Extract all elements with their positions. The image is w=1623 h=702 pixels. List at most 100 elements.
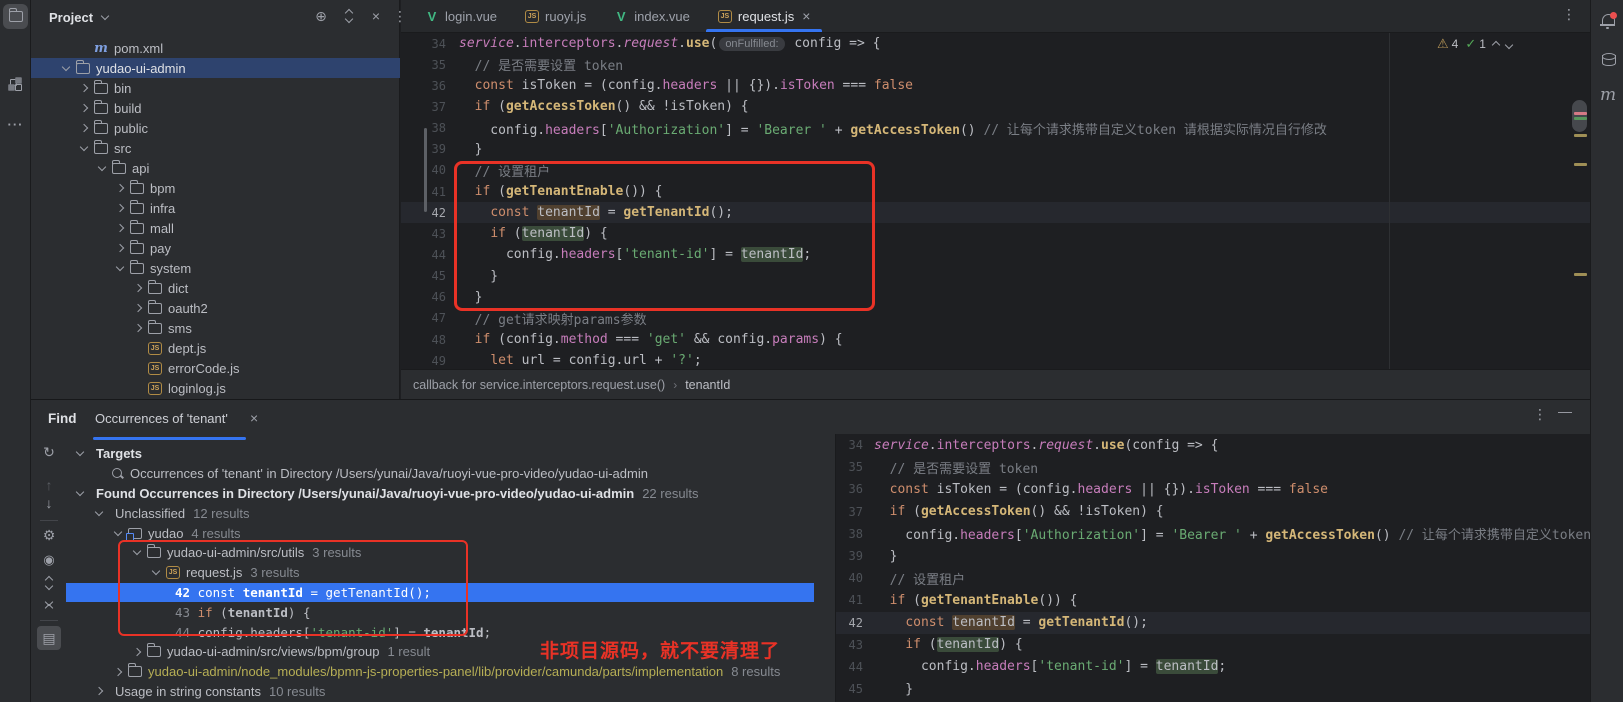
code-line[interactable]: 38 config.headers['Authorization'] = 'Be… xyxy=(401,118,1590,139)
chevron-down-icon[interactable] xyxy=(95,508,103,516)
editor-options-icon[interactable]: ⋮ xyxy=(1560,6,1578,23)
find-row[interactable]: yudao4 results xyxy=(66,523,814,543)
editor-code-area[interactable]: 34service.interceptors.request.use(onFul… xyxy=(401,33,1590,369)
code-line[interactable]: 37 if (getAccessToken() && !isToken) { xyxy=(401,96,1590,117)
close-icon[interactable]: × xyxy=(802,8,810,24)
chevron-down-icon[interactable] xyxy=(76,448,84,456)
tree-item[interactable]: JSloginlog.js xyxy=(31,378,400,398)
code-line[interactable]: 39 } xyxy=(836,545,1590,567)
code-line[interactable]: 34service.interceptors.request.use(onFul… xyxy=(401,33,1590,54)
code-line[interactable]: 35 // 是否需要设置 token xyxy=(836,456,1590,478)
maven-button[interactable]: m xyxy=(1597,84,1619,106)
code-line[interactable]: 39 } xyxy=(401,139,1590,160)
tab-login.vue[interactable]: Vlogin.vue xyxy=(411,0,511,32)
chevron-right-icon[interactable] xyxy=(80,84,88,92)
tree-item[interactable]: mpom.xml xyxy=(31,38,400,58)
settings-gear-icon[interactable]: ⚙ xyxy=(39,525,59,545)
notifications-button[interactable] xyxy=(1597,8,1619,30)
chevron-down-icon[interactable] xyxy=(62,62,70,70)
tree-item[interactable]: bpm xyxy=(31,178,400,198)
project-tool-button[interactable] xyxy=(3,4,28,29)
breadcrumb-item[interactable]: tenantId xyxy=(685,378,730,392)
tree-item[interactable]: build xyxy=(31,98,400,118)
chevron-down-icon[interactable] xyxy=(116,262,124,270)
find-row[interactable]: Targets xyxy=(66,444,814,464)
inspection-widget[interactable]: ⚠ 4 ✓ 1 xyxy=(1437,36,1512,52)
chevron-right-icon[interactable] xyxy=(80,124,88,132)
code-line[interactable]: 41 if (getTenantEnable()) { xyxy=(401,181,1590,202)
close-icon[interactable]: × xyxy=(250,410,258,426)
chevron-down-icon[interactable] xyxy=(98,162,106,170)
locate-file-icon[interactable]: ⊕ xyxy=(312,8,330,24)
code-line[interactable]: 44 config.headers['tenant-id'] = tenantI… xyxy=(836,656,1590,678)
find-options-icon[interactable]: ⋮ xyxy=(1531,406,1549,423)
tree-item[interactable]: JSdept.js xyxy=(31,338,400,358)
find-row[interactable]: Usage in string constants10 results xyxy=(66,682,814,702)
tree-item[interactable]: pay xyxy=(31,238,400,258)
prev-problem-icon[interactable] xyxy=(1493,37,1499,51)
chevron-right-icon[interactable] xyxy=(116,224,124,232)
chevron-right-icon[interactable] xyxy=(134,284,142,292)
find-row[interactable]: yudao-ui-admin/src/utils3 results xyxy=(66,543,814,563)
code-line[interactable]: 44 config.headers['tenant-id'] = tenantI… xyxy=(401,244,1590,265)
tree-item[interactable]: public xyxy=(31,118,400,138)
tree-item[interactable]: sms xyxy=(31,318,400,338)
code-line[interactable]: 34service.interceptors.request.use(confi… xyxy=(836,434,1590,456)
chevron-right-icon[interactable] xyxy=(116,244,124,252)
chevron-right-icon[interactable] xyxy=(114,667,122,675)
next-occurrence-icon[interactable]: ↓ xyxy=(39,493,59,513)
chevron-down-icon[interactable] xyxy=(80,142,88,150)
chevron-right-icon[interactable] xyxy=(133,648,141,656)
chevron-right-icon[interactable] xyxy=(134,324,142,332)
tree-item[interactable]: src xyxy=(31,138,400,158)
code-line[interactable]: 49 let url = config.url + '?'; xyxy=(401,350,1590,369)
chevron-down-icon[interactable] xyxy=(76,488,84,496)
tree-item[interactable]: dict xyxy=(31,278,400,298)
tab-index.vue[interactable]: Vindex.vue xyxy=(600,0,704,32)
code-line[interactable]: 46 } xyxy=(401,287,1590,308)
find-row[interactable]: JSrequest.js3 results xyxy=(66,563,814,583)
more-tool-windows-button[interactable]: ··· xyxy=(3,112,28,137)
find-row[interactable]: Unclassified12 results xyxy=(66,503,814,523)
find-results-tab[interactable]: Occurrences of 'tenant' xyxy=(95,411,228,426)
preview-eye-icon[interactable]: ◉ xyxy=(39,550,59,570)
code-line[interactable]: 40 // 设置租户 xyxy=(401,160,1590,181)
database-button[interactable] xyxy=(1597,48,1619,70)
code-line[interactable]: 38 config.headers['Authorization'] = 'Be… xyxy=(836,523,1590,545)
editor-scrollbar-thumb[interactable] xyxy=(1572,100,1587,132)
tab-request.js[interactable]: JSrequest.js× xyxy=(704,0,825,32)
chevron-right-icon[interactable] xyxy=(95,687,103,695)
chevron-right-icon[interactable] xyxy=(116,184,124,192)
tree-item[interactable]: mall xyxy=(31,218,400,238)
code-line[interactable]: 45 } xyxy=(401,266,1590,287)
expand-icon[interactable] xyxy=(340,9,358,26)
next-problem-icon[interactable] xyxy=(1506,37,1512,51)
tree-item[interactable]: JSerrorCode.js xyxy=(31,358,400,378)
code-line[interactable]: 43 if (tenantId) { xyxy=(836,634,1590,656)
breadcrumb-item[interactable]: callback for service.interceptors.reques… xyxy=(413,378,665,392)
chevron-down-icon[interactable] xyxy=(114,527,122,535)
find-row[interactable]: 42 const tenantId = getTenantId(); xyxy=(66,583,814,603)
code-line[interactable]: 37 if (getAccessToken() && !isToken) { xyxy=(836,501,1590,523)
tree-item[interactable]: infra xyxy=(31,198,400,218)
code-line[interactable]: 42 const tenantId = getTenantId(); xyxy=(401,202,1590,223)
code-line[interactable]: 35 // 是否需要设置 token xyxy=(401,54,1590,75)
previous-occurrence-icon[interactable]: ↑ xyxy=(39,475,59,495)
tree-item[interactable]: yudao-ui-admin xyxy=(31,58,400,78)
find-row[interactable]: Found Occurrences in Directory /Users/yu… xyxy=(66,484,814,504)
tree-item[interactable]: oauth2 xyxy=(31,298,400,318)
tree-item[interactable]: api xyxy=(31,158,400,178)
code-line[interactable]: 36 const isToken = (config.headers || {}… xyxy=(836,478,1590,500)
code-line[interactable]: 41 if (getTenantEnable()) { xyxy=(836,589,1590,611)
code-line[interactable]: 36 const isToken = (config.headers || {}… xyxy=(401,75,1590,96)
code-line[interactable]: 45 } xyxy=(836,678,1590,700)
tree-item[interactable]: bin xyxy=(31,78,400,98)
collapse-all-icon[interactable]: × xyxy=(367,8,385,24)
structure-tool-button[interactable] xyxy=(3,72,28,97)
chevron-right-icon[interactable] xyxy=(134,304,142,312)
project-scrollbar[interactable] xyxy=(424,128,427,212)
find-row[interactable]: 43 if (tenantId) { xyxy=(66,602,814,622)
code-line[interactable]: 48 if (config.method === 'get' && config… xyxy=(401,329,1590,350)
hide-find-panel-icon[interactable]: — xyxy=(1556,403,1574,419)
chevron-right-icon[interactable] xyxy=(116,204,124,212)
